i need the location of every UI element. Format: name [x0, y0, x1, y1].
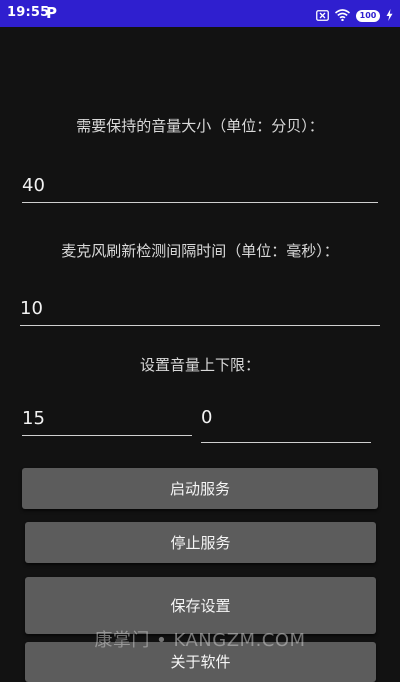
lower-limit-input[interactable]: 15: [22, 398, 192, 436]
bolt-icon: [386, 6, 393, 25]
target-volume-label: 需要保持的音量大小（单位：分贝）：: [76, 117, 324, 135]
watermark: 康掌门 • KANGZM.COM: [94, 630, 306, 651]
stop-service-button[interactable]: 停止服务: [25, 522, 376, 563]
battery-icon: 100: [356, 9, 380, 22]
close-box-icon: [316, 6, 329, 25]
upper-limit-input[interactable]: 0: [201, 398, 371, 443]
status-bar: 19:55 P 100: [0, 0, 400, 27]
volume-range-label: 设置音量上下限：: [139, 356, 260, 374]
refresh-interval-input[interactable]: 10: [20, 288, 380, 326]
status-time: 19:55: [7, 5, 50, 20]
app-notification-icon: P: [46, 4, 57, 22]
status-icons: 100: [316, 6, 393, 25]
start-service-button[interactable]: 启动服务: [22, 468, 378, 509]
refresh-interval-label: 麦克风刷新检测间隔时间（单位：毫秒）：: [61, 242, 339, 260]
target-volume-input[interactable]: 40: [22, 165, 378, 203]
wifi-icon: [334, 6, 351, 25]
